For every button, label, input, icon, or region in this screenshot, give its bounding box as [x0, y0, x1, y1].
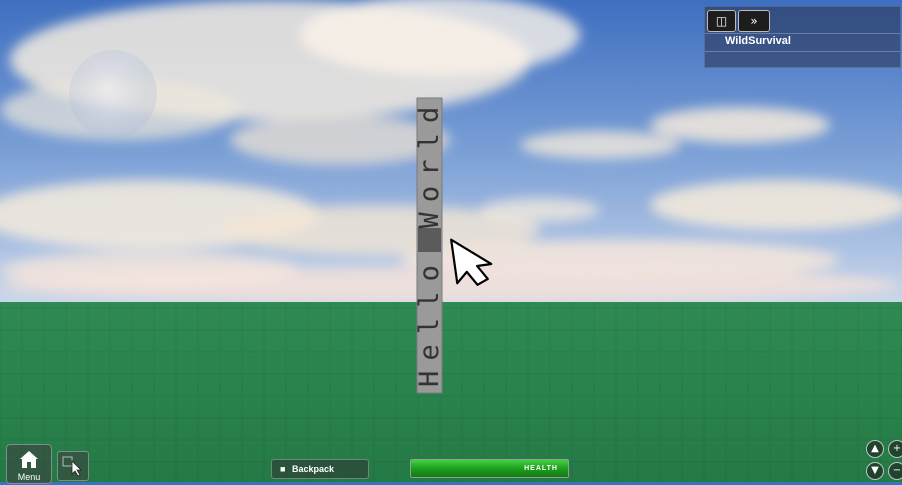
minus-icon: −: [892, 465, 902, 476]
pillar-letter: r: [414, 159, 445, 175]
pillar-letter: l: [414, 291, 445, 307]
camera-up-button[interactable]: ▲: [866, 440, 884, 458]
text-pillar[interactable]: HelloWorld: [414, 97, 445, 394]
pillar-letter: d: [414, 107, 445, 123]
pillar-letter: o: [414, 265, 445, 281]
game-viewport[interactable]: HelloWorld: [0, 0, 902, 482]
triangle-up-icon: ▲: [871, 443, 879, 454]
pillar-dark-block: [418, 228, 441, 252]
moon: [69, 50, 157, 138]
player-name[interactable]: WildSurvival: [725, 35, 791, 47]
top-right-bar: ◫ » WildSurvival: [704, 6, 901, 68]
expand-button[interactable]: »: [738, 10, 770, 32]
tool-select-button[interactable]: [57, 451, 89, 481]
pillar-letter: W: [414, 212, 445, 229]
health-bar: HEALTH: [410, 459, 569, 478]
home-icon: [20, 451, 38, 468]
menu-label: Menu: [17, 472, 41, 482]
triangle-down-icon: ▼: [871, 465, 879, 476]
backpack-icon: ■: [280, 464, 286, 474]
backpack-label: Backpack: [291, 464, 334, 474]
pointer-icon: [62, 456, 82, 477]
console-button[interactable]: ◫: [707, 10, 736, 32]
pillar-letter: o: [414, 186, 445, 202]
pillar-letter: l: [414, 133, 445, 149]
pillar-letter: l: [414, 318, 445, 334]
menu-button[interactable]: Menu: [6, 444, 52, 484]
pillar-letter: H: [414, 371, 445, 387]
camera-down-button[interactable]: ▼: [866, 462, 884, 480]
plus-icon: +: [892, 443, 902, 454]
zoom-in-button[interactable]: +: [888, 440, 902, 458]
console-icon: ◫: [715, 14, 728, 28]
health-label: HEALTH: [524, 465, 558, 472]
fast-forward-icon: »: [750, 14, 758, 28]
zoom-out-button[interactable]: −: [888, 462, 902, 480]
pillar-letter: e: [414, 344, 445, 360]
backpack-button[interactable]: ■ Backpack: [271, 459, 369, 479]
